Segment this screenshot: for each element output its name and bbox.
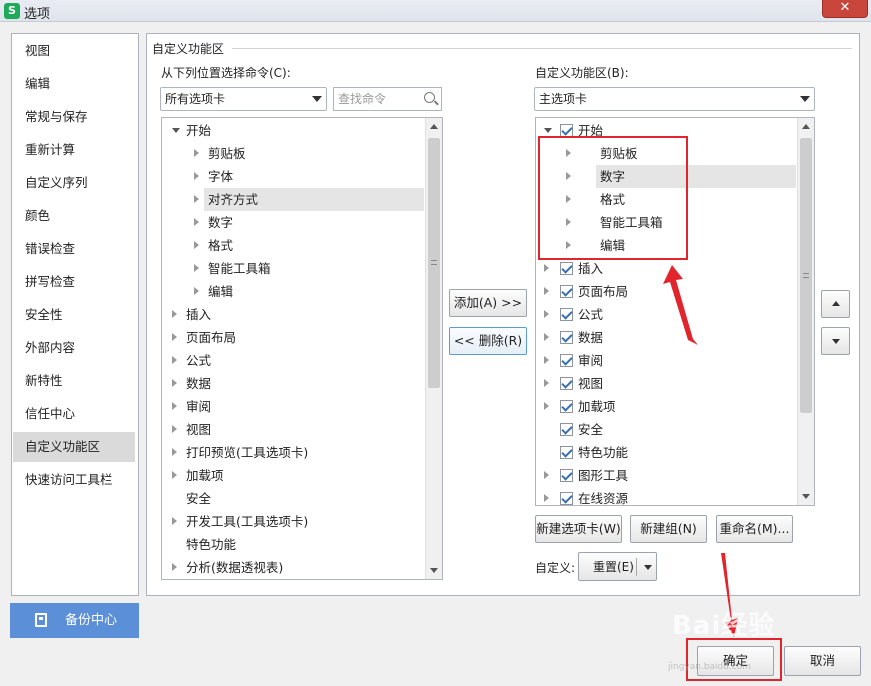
watermark-logo: Bai经验 [672,611,776,641]
annotation-arrows [663,265,738,637]
annotation-arrow-icon [663,265,698,345]
watermark-url: jingyan.baidu.com [668,662,752,672]
